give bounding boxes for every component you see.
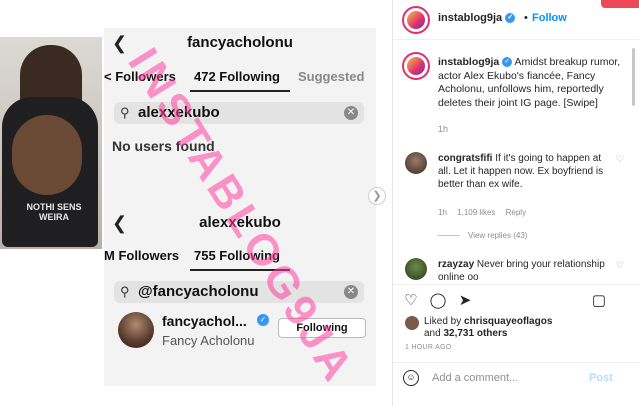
like-heart-icon[interactable]: ♡ bbox=[402, 292, 420, 310]
comment-likes[interactable]: 1,109 likes bbox=[457, 208, 495, 217]
divider bbox=[438, 235, 460, 237]
comment-author[interactable]: rzayzay bbox=[438, 259, 474, 270]
tab-suggested: Suggested bbox=[298, 69, 365, 84]
photo-man-face bbox=[12, 115, 82, 195]
search-icon: ⚲ bbox=[120, 284, 130, 299]
avatar bbox=[118, 312, 154, 348]
tab-followers: M Followers bbox=[104, 248, 180, 263]
comment-age: 1h bbox=[438, 208, 447, 217]
view-replies-label[interactable]: View replies (43) bbox=[468, 231, 527, 240]
next-slide-icon[interactable]: ❯ bbox=[368, 187, 386, 205]
result-fullname: Fancy Acholonu bbox=[162, 333, 255, 348]
comment-author[interactable]: congratsfifi bbox=[438, 153, 492, 164]
shirt-text: NOTHI SENS WEIRA bbox=[26, 202, 82, 222]
follow-button[interactable]: Follow bbox=[532, 12, 567, 24]
comment-input[interactable]: Add a comment... bbox=[432, 372, 518, 384]
separator-dot: • bbox=[524, 12, 528, 24]
liked-by-text: Liked by chrisquayeoflagos and 32,731 ot… bbox=[424, 316, 552, 340]
post-comment-button[interactable]: Post bbox=[589, 372, 613, 384]
author-name[interactable]: instablog9ja bbox=[438, 12, 502, 24]
liked-by-prefix: Liked by bbox=[424, 316, 462, 327]
liked-by-user[interactable]: chrisquayeoflagos bbox=[464, 316, 552, 327]
search-bar-bottom: ⚲ @fancyacholonu ✕ bbox=[114, 281, 364, 303]
clear-icon: ✕ bbox=[344, 285, 358, 299]
avatar[interactable] bbox=[405, 316, 419, 330]
reply-link[interactable]: Reply bbox=[506, 208, 526, 217]
caption-text: instablog9ja ✓ Amidst breakup rumor, act… bbox=[438, 56, 623, 110]
search-query: @fancyacholonu bbox=[138, 283, 259, 300]
add-comment-bar: ☺ Add a comment... Post bbox=[393, 362, 639, 394]
liked-by-and: and bbox=[424, 328, 441, 339]
like-comment-heart-icon[interactable]: ♡ bbox=[616, 260, 624, 271]
comments-scrollbar[interactable] bbox=[632, 48, 635, 106]
post-sidebar: instablog9ja ✓ • Follow instablog9ja ✓ A… bbox=[392, 0, 639, 406]
save-bookmark-icon[interactable]: ▢ bbox=[590, 292, 608, 310]
post-author[interactable]: instablog9ja ✓ bbox=[438, 12, 516, 24]
like-comment-heart-icon[interactable]: ♡ bbox=[616, 154, 624, 165]
verified-icon: ✓ bbox=[505, 13, 516, 24]
liked-by-count[interactable]: 32,731 others bbox=[443, 328, 507, 339]
emoji-smile-icon[interactable]: ☺ bbox=[403, 370, 419, 386]
avatar[interactable] bbox=[402, 52, 430, 80]
result-username: fancyachol... bbox=[162, 313, 247, 329]
couple-photo: NOTHI SENS WEIRA bbox=[0, 37, 102, 249]
active-tab-underline bbox=[190, 90, 290, 92]
clear-icon: ✕ bbox=[344, 106, 358, 120]
avatar[interactable] bbox=[405, 152, 427, 174]
instagram-post-view: NOTHI SENS WEIRA ❮ fancyacholonu < Follo… bbox=[0, 0, 639, 406]
post-header: instablog9ja ✓ • Follow bbox=[393, 0, 639, 40]
comment-text: rzayzay Never bring your relationship on… bbox=[438, 258, 608, 284]
post-timestamp: 1 HOUR AGO bbox=[405, 344, 452, 351]
share-icon[interactable]: ➤ bbox=[456, 292, 474, 310]
post-media[interactable]: NOTHI SENS WEIRA ❮ fancyacholonu < Follo… bbox=[0, 0, 392, 406]
avatar[interactable] bbox=[405, 258, 427, 280]
view-replies-link[interactable]: View replies (43) bbox=[438, 231, 527, 240]
comment-text: congratsfifi If it's going to happen at … bbox=[438, 152, 608, 191]
verified-icon: ✓ bbox=[257, 314, 269, 326]
caption-age: 1h bbox=[438, 124, 449, 134]
caption-author[interactable]: instablog9ja bbox=[438, 56, 499, 68]
comment-icon[interactable]: ◯ bbox=[429, 292, 447, 310]
tab-following: 472 Following bbox=[194, 69, 280, 84]
search-icon: ⚲ bbox=[120, 105, 130, 120]
verified-icon: ✓ bbox=[502, 57, 513, 68]
comment-meta: 1h 1,109 likes Reply bbox=[438, 208, 534, 217]
avatar[interactable] bbox=[402, 6, 430, 34]
